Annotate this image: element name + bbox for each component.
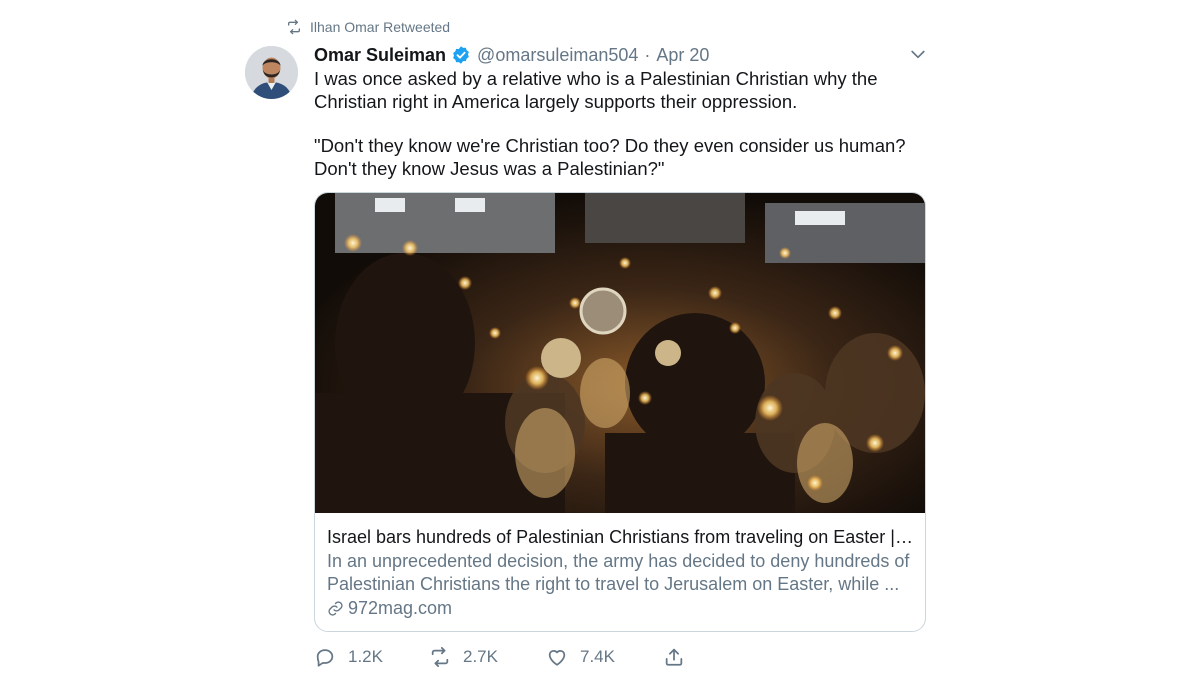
like-button[interactable]: 7.4K: [546, 646, 663, 668]
share-icon: [665, 648, 683, 666]
retweet-banner-text: Ilhan Omar Retweeted: [310, 19, 451, 35]
verified-badge-icon: [453, 46, 469, 64]
reply-button[interactable]: 1.2K: [314, 646, 429, 668]
share-button[interactable]: [663, 646, 685, 668]
tweet-paragraph: I was once asked by a relative who is a …: [314, 68, 878, 112]
tweet-date[interactable]: Apr 20: [656, 45, 709, 66]
link-card[interactable]: Israel bars hundreds of Palestinian Chri…: [314, 192, 926, 632]
card-body: Israel bars hundreds of Palestinian Chri…: [327, 526, 915, 620]
card-domain: 972mag.com: [327, 597, 915, 620]
card-description: In an unprecedented decision, the army h…: [327, 551, 910, 594]
chevron-down-icon[interactable]: [908, 44, 928, 64]
retweet-icon: [431, 646, 449, 668]
action-bar: 1.2K 2.7K 7.4K: [314, 645, 685, 669]
retweet-icon: [288, 19, 300, 35]
tweet-paragraph: "Don't they know we're Christian too? Do…: [314, 135, 906, 179]
heart-icon: [548, 650, 566, 666]
separator: ·: [644, 44, 651, 65]
card-domain-text: 972mag.com: [348, 598, 453, 618]
card-image[interactable]: [315, 193, 925, 513]
retweet-count: 2.7K: [463, 647, 498, 666]
author-name[interactable]: Omar Suleiman: [314, 45, 446, 66]
tweet-header: Omar Suleiman @omarsuleiman504 · Apr 20: [314, 43, 709, 67]
reply-count: 1.2K: [348, 647, 383, 666]
avatar[interactable]: [245, 46, 298, 99]
retweet-banner[interactable]: Ilhan Omar Retweeted: [286, 17, 450, 37]
like-count: 7.4K: [580, 647, 615, 666]
retweet-button[interactable]: 2.7K: [429, 646, 546, 668]
card-title: Israel bars hundreds of Palestinian Chri…: [327, 527, 915, 547]
tweet-text: I was once asked by a relative who is a …: [314, 68, 934, 180]
reply-icon: [316, 649, 334, 667]
link-icon: [328, 601, 343, 616]
author-handle[interactable]: @omarsuleiman504: [477, 45, 638, 66]
